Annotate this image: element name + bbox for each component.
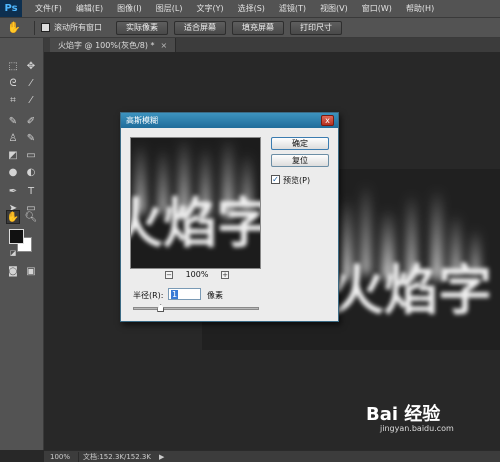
dodge-tool-icon[interactable]: ◐ — [24, 165, 38, 179]
document-tab-title: 火焰字 @ 100%(灰色/8) * — [58, 40, 155, 50]
clone-stamp-tool-icon[interactable]: ♙ — [6, 131, 20, 145]
eraser-tool-icon[interactable]: ◩ — [6, 148, 20, 162]
menu-image[interactable]: 图像(I) — [110, 3, 149, 14]
move-tool-icon[interactable]: ✥ — [24, 59, 38, 73]
reset-button[interactable]: 复位 — [271, 154, 329, 167]
gradient-tool-icon[interactable]: ▭ — [24, 148, 38, 162]
hand-tool-icon[interactable]: ✋ — [6, 210, 20, 224]
status-menu-arrow-icon[interactable]: ▶ — [155, 453, 168, 461]
actual-pixels-button[interactable]: 实际像素 — [116, 20, 168, 35]
scroll-all-windows-label: 滚动所有窗口 — [54, 23, 102, 32]
photoshop-logo: Ps — [0, 0, 22, 17]
radius-value: 1 — [171, 289, 179, 299]
preview-image: 火焰字 — [131, 138, 261, 255]
menu-help[interactable]: 帮助(H) — [399, 3, 441, 14]
radius-label: 半径(R): — [133, 291, 164, 300]
zoom-out-icon[interactable]: − — [165, 271, 173, 279]
healing-brush-tool-icon[interactable]: ✎ — [6, 114, 20, 128]
foreground-color-swatch[interactable] — [9, 229, 24, 244]
menubar: Ps 文件(F) 编辑(E) 图像(I) 图层(L) 文字(Y) 选择(S) 滤… — [0, 0, 500, 17]
fit-screen-button[interactable]: 适合屏幕 — [174, 20, 226, 35]
blur-tool-icon[interactable]: ● — [6, 165, 20, 179]
divider — [34, 20, 35, 35]
menu-edit[interactable]: 编辑(E) — [69, 3, 110, 14]
lasso-tool-icon[interactable]: ᘓ — [6, 76, 20, 90]
menu-view[interactable]: 视图(V) — [313, 3, 355, 14]
filter-preview[interactable]: 火焰字 — [130, 137, 261, 269]
radius-slider-track[interactable] — [133, 307, 259, 310]
preview-label: 预览(P) — [283, 176, 311, 185]
scroll-all-windows-checkbox[interactable] — [41, 23, 50, 32]
radius-input[interactable]: 1 — [168, 288, 201, 300]
toolbox: ⬚ ✥ ᘓ ⁄ ⌗ ⁄ ✎ ✐ ♙ ✎ ◩ ▭ ● ◐ ✒ T ➤ ▭ ✋ 🔍︎… — [0, 38, 44, 450]
status-bar: 100% 文档:152.3K/152.3K ▶ — [44, 450, 500, 462]
hand-tool-icon[interactable]: ✋ — [0, 21, 28, 34]
document-tab[interactable]: 火焰字 @ 100%(灰色/8) * × — [50, 38, 177, 52]
options-bar: ✋ 滚动所有窗口 实际像素 适合屏幕 填充屏幕 打印尺寸 — [0, 17, 500, 38]
brush-tool-icon[interactable]: ✐ — [24, 114, 38, 128]
history-brush-tool-icon[interactable]: ✎ — [24, 131, 38, 145]
marquee-tool-icon[interactable]: ⬚ — [6, 59, 20, 73]
quick-mask-icon[interactable]: ◙ — [6, 264, 20, 278]
canvas-text: 火焰字 — [330, 259, 492, 322]
screen-mode-icon[interactable]: ▣ — [24, 264, 38, 278]
type-tool-icon[interactable]: T — [24, 184, 38, 198]
menu-file[interactable]: 文件(F) — [28, 3, 69, 14]
menu-select[interactable]: 选择(S) — [231, 3, 272, 14]
close-icon[interactable]: x — [321, 115, 334, 126]
ok-button[interactable]: 确定 — [271, 137, 329, 150]
radius-slider-thumb[interactable] — [157, 304, 165, 312]
menu-items: 文件(F) 编辑(E) 图像(I) 图层(L) 文字(Y) 选择(S) 滤镜(T… — [28, 3, 441, 14]
close-icon[interactable]: × — [161, 41, 168, 50]
baidu-jingyan-logo: Bai 经验 — [366, 404, 441, 425]
quick-select-tool-icon[interactable]: ⁄ — [24, 76, 38, 90]
menu-window[interactable]: 窗口(W) — [355, 3, 399, 14]
document-tab-bar: 火焰字 @ 100%(灰色/8) * × — [44, 38, 500, 52]
gaussian-blur-dialog: 高斯模糊 x 火焰字 确定 复位 ✓ 预览(P — [120, 112, 339, 322]
crop-tool-icon[interactable]: ⌗ — [6, 93, 20, 107]
menu-layer[interactable]: 图层(L) — [149, 3, 190, 14]
eyedropper-tool-icon[interactable]: ⁄ — [24, 93, 38, 107]
zoom-tool-icon[interactable]: 🔍︎ — [24, 210, 38, 224]
menu-filter[interactable]: 滤镜(T) — [272, 3, 313, 14]
fill-screen-button[interactable]: 填充屏幕 — [232, 20, 284, 35]
radius-unit: 像素 — [207, 291, 223, 300]
print-size-button[interactable]: 打印尺寸 — [290, 20, 342, 35]
preview-text: 火焰字 — [131, 192, 261, 255]
dialog-title: 高斯模糊 — [126, 116, 158, 125]
watermark-url: jingyan.baidu.com — [380, 424, 454, 433]
preview-zoom-level: 100% — [185, 270, 209, 279]
zoom-in-icon[interactable]: + — [221, 271, 229, 279]
preview-checkbox[interactable]: ✓ — [271, 175, 280, 184]
menu-type[interactable]: 文字(Y) — [189, 3, 230, 14]
status-zoom[interactable]: 100% — [44, 453, 78, 461]
pen-tool-icon[interactable]: ✒ — [6, 184, 20, 198]
status-doc-size: 文档:152.3K/152.3K — [78, 451, 155, 462]
default-colors-icon[interactable]: ◪ — [6, 246, 20, 260]
dialog-titlebar[interactable]: 高斯模糊 — [121, 113, 338, 128]
